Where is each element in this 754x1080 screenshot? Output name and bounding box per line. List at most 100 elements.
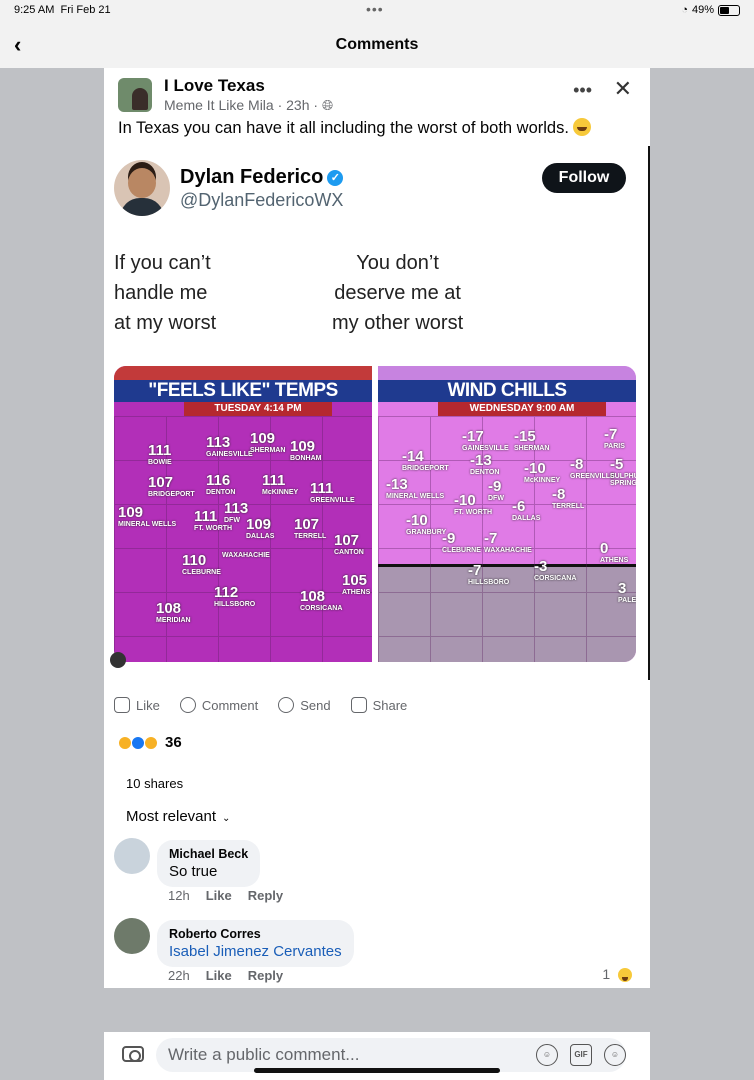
comment-reply-button[interactable]: Reply <box>248 968 283 983</box>
messenger-icon <box>278 697 295 713</box>
city-label: WAXAHACHIE <box>484 547 532 554</box>
thumbs-up-icon <box>114 697 130 713</box>
city-value: 109 <box>118 504 144 521</box>
post-actions: Like Comment Send Share <box>114 694 640 716</box>
city-label: PARIS <box>604 443 625 450</box>
city-label: DFW <box>224 517 240 524</box>
comment-bubble: Michael Beck So true <box>157 840 261 887</box>
tweet-avatar <box>114 160 170 216</box>
verified-badge-icon: ✓ <box>327 170 344 186</box>
chevron-down-icon: ⌄ <box>222 813 231 824</box>
comment-time: 22h <box>168 968 190 983</box>
reaction-summary[interactable]: 36 <box>118 734 182 751</box>
more-options-icon[interactable]: ••• <box>573 80 592 101</box>
city-label: FT. WORTH <box>194 525 233 532</box>
tweet-image[interactable]: Dylan Federico ✓ @DylanFedericoWX Follow … <box>104 146 650 680</box>
city-label: WAXAHACHIE <box>222 552 270 559</box>
city-value: 108 <box>156 600 182 617</box>
city-value: 105 <box>342 572 368 589</box>
home-indicator <box>254 1068 500 1073</box>
city-label: PALEST <box>618 597 636 604</box>
comment-mention-link[interactable]: Isabel Jimenez Cervantes <box>169 943 342 960</box>
battery-icon <box>718 4 740 16</box>
map-right-subtitle: WEDNESDAY 9:00 AM <box>438 402 606 416</box>
multitask-dots[interactable]: ••• <box>366 1 384 17</box>
reaction-count: 36 <box>165 734 182 751</box>
commenter-name[interactable]: Roberto Corres <box>169 927 342 941</box>
meme-text-right: You don’t deserve me at my other worst <box>332 252 464 334</box>
city-value: -10 <box>406 512 428 529</box>
city-label: ATHENS <box>342 589 371 596</box>
city-label: GREENVILLE <box>310 497 355 504</box>
status-bar: 9:25 AM Fri Feb 21 ••• ◔ 49% <box>0 0 754 22</box>
city-label: MINERAL WELLS <box>118 521 177 528</box>
city-value: 110 <box>182 552 207 569</box>
post-meta: Meme It Like Mila · 23h · 🌐︎ <box>164 97 334 113</box>
battery-percent: 49% <box>691 4 714 16</box>
comment-bubble: Roberto Corres Isabel Jimenez Cervantes <box>157 920 354 967</box>
status-time: 9:25 AM Fri Feb 21 <box>14 4 111 16</box>
person-tag-icon[interactable] <box>110 652 126 668</box>
city-value: -7 <box>604 426 618 443</box>
globe-icon: 🌐︎ <box>321 97 334 113</box>
tweet-author-name: Dylan Federico ✓ <box>180 166 344 189</box>
like-button[interactable]: Like <box>114 694 160 716</box>
emoji-icon[interactable]: ☺ <box>604 1044 626 1066</box>
sort-dropdown[interactable]: Most relevant ⌄ <box>126 808 230 825</box>
city-value: 109 <box>246 516 272 533</box>
city-value: -3 <box>534 558 548 575</box>
shares-count[interactable]: 10 shares <box>126 776 183 791</box>
city-value: -5 <box>610 456 624 473</box>
city-label: CLEBURNE <box>442 547 481 554</box>
city-value: -8 <box>552 486 566 503</box>
sad-reaction-icon <box>144 735 158 750</box>
send-button[interactable]: Send <box>278 694 331 716</box>
comment-text: So true <box>169 863 218 880</box>
city-label: BONHAM <box>290 455 322 462</box>
comment-like-button[interactable]: Like <box>206 968 232 983</box>
city-value: 3 <box>618 580 627 597</box>
city-label: SHERMAN <box>514 445 550 452</box>
commenter-avatar[interactable] <box>114 838 150 874</box>
city-value: 108 <box>300 588 326 605</box>
commenter-name[interactable]: Michael Beck <box>169 847 248 861</box>
map-right-title: WIND CHILLS <box>378 380 636 402</box>
comment-like-button[interactable]: Like <box>206 888 232 903</box>
city-label: SULPHUR SPRINGS <box>610 473 636 487</box>
city-value: 113 <box>224 500 249 517</box>
group-name[interactable]: I Love Texas <box>164 76 265 96</box>
status-right: ◔ 49% <box>681 4 740 16</box>
commenter-avatar[interactable] <box>114 918 150 954</box>
city-value: -10 <box>454 492 476 509</box>
comment-button[interactable]: Comment <box>179 694 258 716</box>
avatar-sticker-icon[interactable]: ☺ <box>536 1044 558 1066</box>
city-label: CORSICANA <box>300 605 343 612</box>
wifi-icon: ◔ <box>681 4 688 16</box>
city-value: -13 <box>386 476 408 493</box>
close-icon[interactable]: ✕ <box>614 76 632 102</box>
share-button[interactable]: Share <box>350 694 407 716</box>
city-label: GAINESVILLE <box>206 451 253 458</box>
city-value: 111 <box>262 472 286 489</box>
city-label: ATHENS <box>600 557 629 564</box>
gif-icon[interactable]: GIF <box>570 1044 592 1066</box>
city-label: CANTON <box>334 549 364 556</box>
city-label: GAINESVILLE <box>462 445 509 452</box>
city-value: -6 <box>512 498 526 515</box>
post-card: I Love Texas Meme It Like Mila · 23h · 🌐… <box>104 68 650 988</box>
city-label: HILLSBORO <box>214 601 256 608</box>
laugh-emoji-icon <box>618 968 632 982</box>
camera-icon[interactable] <box>122 1046 144 1062</box>
city-label: DENTON <box>206 489 236 496</box>
city-value: -8 <box>570 456 584 473</box>
comment-reply-button[interactable]: Reply <box>248 888 283 903</box>
feels-like-map: "FEELS LIKE" TEMPS TUESDAY 4:14 PM 111 BO… <box>114 366 372 662</box>
post-header: I Love Texas Meme It Like Mila · 23h · 🌐… <box>118 76 636 116</box>
city-value: -7 <box>484 530 498 547</box>
comment-reaction-count[interactable]: 1 <box>602 966 632 982</box>
tweet-handle: @DylanFedericoWX <box>180 190 344 210</box>
city-value: 111 <box>148 442 172 459</box>
city-label: DALLAS <box>246 533 275 540</box>
nav-header: ‹ Comments <box>0 22 754 68</box>
group-avatar[interactable] <box>118 78 152 112</box>
